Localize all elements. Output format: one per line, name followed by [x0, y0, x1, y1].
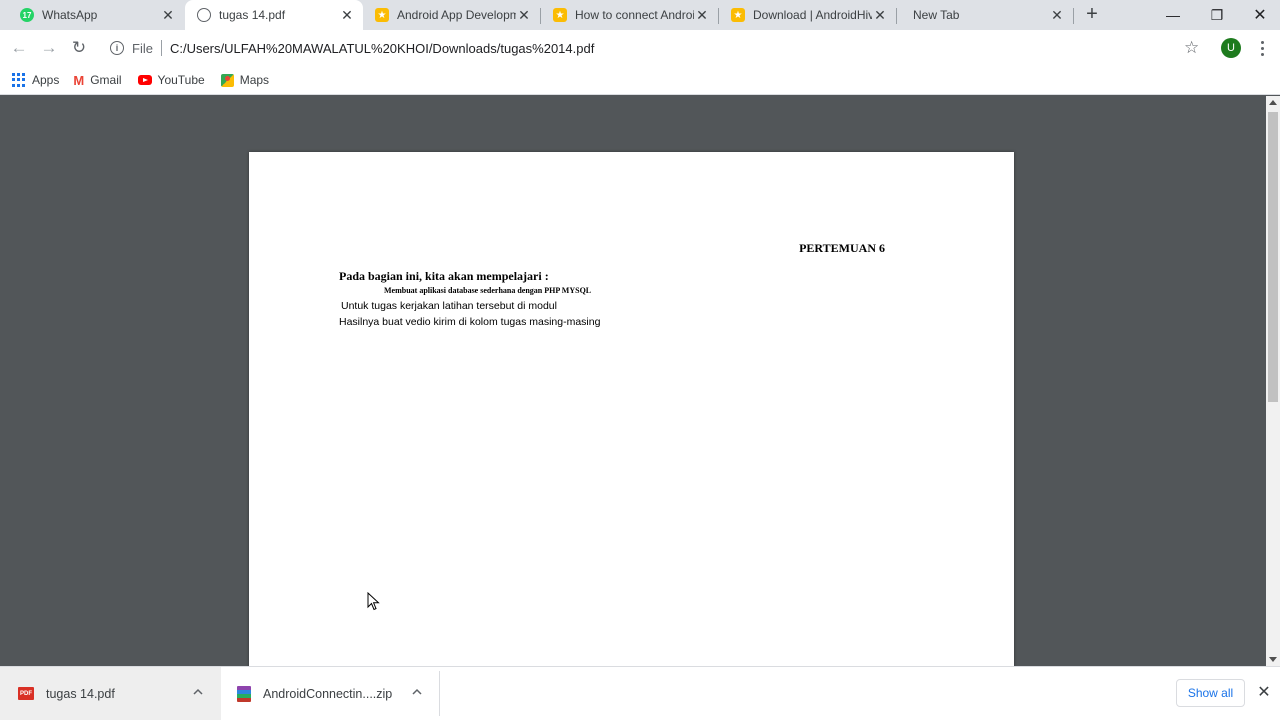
- tab-title: tugas 14.pdf: [219, 8, 286, 22]
- close-icon[interactable]: ✕: [160, 7, 176, 23]
- back-button[interactable]: ←: [7, 36, 31, 60]
- tab-title: New Tab: [913, 8, 960, 22]
- avatar[interactable]: U: [1221, 38, 1241, 58]
- download-divider: [439, 671, 440, 716]
- bookmark-label: YouTube: [157, 73, 205, 87]
- download-filename: tugas 14.pdf: [46, 686, 115, 701]
- bookmark-maps[interactable]: Maps: [220, 69, 270, 91]
- more-menu-icon[interactable]: [1254, 38, 1270, 58]
- omnibox-divider: [160, 40, 162, 56]
- apps-grid-icon: [12, 73, 26, 87]
- tab-title: How to connect Androi: [575, 8, 694, 22]
- close-icon[interactable]: ✕: [872, 7, 888, 23]
- tab-how-to-connect[interactable]: ★ How to connect Androi ✕: [541, 0, 718, 30]
- info-icon[interactable]: i: [110, 41, 124, 55]
- close-icon[interactable]: ✕: [516, 7, 532, 23]
- document-heading: PERTEMUAN 6: [799, 241, 885, 255]
- reload-button[interactable]: ↻: [67, 36, 91, 60]
- pdf-viewer[interactable]: PERTEMUAN 6 Pada bagian ini, kita akan m…: [0, 96, 1266, 672]
- pdf-page: PERTEMUAN 6 Pada bagian ini, kita akan m…: [249, 152, 1014, 672]
- whatsapp-icon: 17: [20, 8, 34, 22]
- tab-title: Android App Developm: [397, 8, 516, 22]
- bookmark-label: Apps: [32, 73, 60, 87]
- bookmark-label: Maps: [239, 73, 270, 87]
- bookmark-star-icon: ★: [731, 8, 745, 22]
- download-shelf: PDF tugas 14.pdf AndroidConnectin....zip…: [0, 666, 1280, 720]
- forward-button[interactable]: →: [37, 36, 61, 60]
- address-bar[interactable]: i File C:/Users/ULFAH%20MAWALATUL%20KHOI…: [102, 33, 1212, 63]
- minimize-button[interactable]: —: [1151, 0, 1195, 30]
- close-icon[interactable]: ✕: [694, 7, 710, 23]
- restore-button[interactable]: ❐: [1195, 0, 1239, 30]
- toolbar: ← → ↻ i File C:/Users/ULFAH%20MAWALATUL%…: [0, 30, 1280, 66]
- pdf-file-icon: PDF: [18, 687, 34, 700]
- scroll-down-arrow-icon[interactable]: [1269, 657, 1277, 662]
- bookmark-label: Gmail: [90, 73, 122, 87]
- tab-new-tab[interactable]: New Tab ✕: [893, 0, 1073, 30]
- tab-download-androidhive[interactable]: ★ Download | AndroidHiv ✕: [719, 0, 896, 30]
- vertical-scrollbar[interactable]: [1266, 96, 1280, 666]
- document-paragraph: Hasilnya buat vedio kirim di kolom tugas…: [339, 316, 601, 328]
- zip-file-icon: [237, 685, 251, 702]
- show-all-button[interactable]: Show all: [1176, 679, 1245, 707]
- close-icon[interactable]: ✕: [1049, 7, 1065, 23]
- document-paragraph: Untuk tugas kerjakan latihan tersebut di…: [341, 300, 557, 312]
- download-filename: AndroidConnectin....zip: [263, 686, 393, 701]
- scroll-up-arrow-icon[interactable]: [1269, 100, 1277, 105]
- tab-whatsapp[interactable]: 17 WhatsApp ✕: [8, 0, 184, 30]
- bookmark-star-icon: ★: [553, 8, 567, 22]
- close-icon[interactable]: ✕: [339, 7, 355, 23]
- mouse-cursor-icon: [367, 592, 380, 611]
- bookmark-gmail[interactable]: M Gmail: [73, 69, 121, 91]
- tab-separator: [1073, 8, 1074, 24]
- chevron-up-icon[interactable]: [193, 687, 203, 697]
- bookmark-star-icon[interactable]: ☆: [1184, 38, 1199, 58]
- tab-android-app-development[interactable]: ★ Android App Developm ✕: [363, 0, 540, 30]
- tab-title: Download | AndroidHiv: [753, 8, 872, 22]
- globe-icon: [197, 8, 211, 22]
- bookmark-star-icon: ★: [375, 8, 389, 22]
- bookmark-apps[interactable]: Apps: [12, 69, 59, 91]
- tab-title: WhatsApp: [42, 8, 98, 22]
- window-close-button[interactable]: ✕: [1238, 0, 1280, 30]
- url-scheme-label: File: [132, 40, 153, 56]
- gmail-icon: M: [73, 72, 85, 88]
- url-text[interactable]: C:/Users/ULFAH%20MAWALATUL%20KHOI/Downlo…: [170, 41, 594, 56]
- bookmark-youtube[interactable]: YouTube: [137, 69, 205, 91]
- document-list-item: Membuat aplikasi database sederhana deng…: [384, 286, 592, 295]
- tab-tugas-pdf[interactable]: tugas 14.pdf ✕: [185, 0, 363, 30]
- new-tab-button[interactable]: +: [1082, 4, 1102, 25]
- youtube-icon: [137, 75, 152, 85]
- scrollbar-thumb[interactable]: [1268, 112, 1278, 402]
- close-icon[interactable]: ✕: [1256, 683, 1272, 703]
- download-item-pdf[interactable]: PDF tugas 14.pdf: [0, 667, 221, 720]
- bookmarks-bar: Apps M Gmail YouTube Maps: [0, 66, 1280, 95]
- chevron-up-icon[interactable]: [412, 687, 422, 697]
- document-intro: Pada bagian ini, kita akan mempelajari :: [339, 269, 549, 283]
- download-item-zip[interactable]: AndroidConnectin....zip: [221, 667, 439, 720]
- maps-icon: [220, 73, 234, 87]
- tab-strip: 17 WhatsApp ✕ tugas 14.pdf ✕ ★ Android A…: [0, 0, 1280, 30]
